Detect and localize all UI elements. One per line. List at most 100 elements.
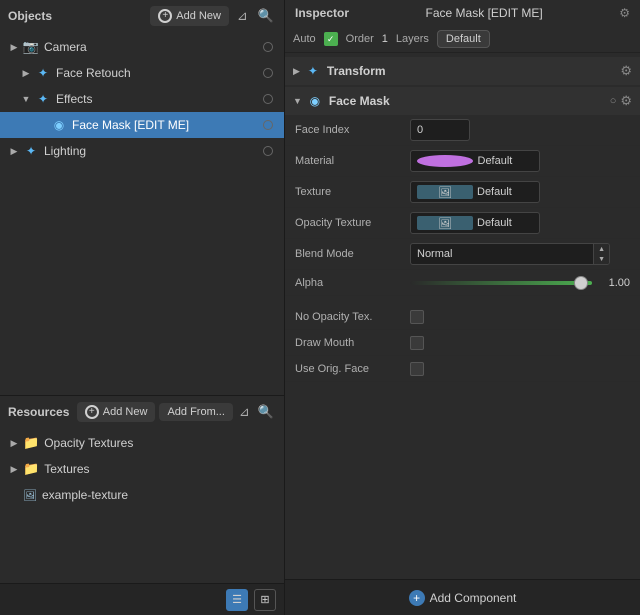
res-item-opacity-textures[interactable]: ▶ 📁 Opacity Textures <box>0 430 284 456</box>
filter-resources-button[interactable]: ⊿ <box>237 402 252 422</box>
vis-face-mask <box>260 117 276 133</box>
blend-down-button[interactable]: ▼ <box>594 254 609 264</box>
blend-mode-display: Normal <box>411 248 593 260</box>
arrow-textures: ▶ <box>8 463 20 475</box>
arrow-effects: ▼ <box>20 93 32 105</box>
use-orig-face-checkbox[interactable] <box>410 362 424 376</box>
right-panel: Inspector Face Mask [EDIT ME] ⚙ Auto ✓ O… <box>285 0 640 615</box>
auto-label: Auto <box>293 33 316 45</box>
vis-effects <box>260 91 276 107</box>
tree-label-face-retouch: Face Retouch <box>56 66 260 80</box>
res-item-example-texture[interactable]: ▶ 🖼 example-texture <box>0 482 284 508</box>
filter-objects-button[interactable]: ⊿ <box>235 6 250 26</box>
objects-actions: + Add New ⊿ 🔍 <box>150 6 276 26</box>
add-component-bar: + Add Component <box>285 579 640 615</box>
add-component-plus-icon: + <box>409 590 425 606</box>
layers-button[interactable]: Default <box>437 30 490 48</box>
add-new-resource-button[interactable]: + Add New <box>77 402 156 422</box>
alpha-slider-track[interactable] <box>410 281 592 285</box>
tree-item-camera[interactable]: ▶ 📷 Camera <box>0 34 284 60</box>
list-view-button[interactable]: ☰ <box>226 589 248 611</box>
layers-label: Layers <box>396 33 429 45</box>
inspector-header: Inspector Face Mask [EDIT ME] ⚙ <box>285 0 640 26</box>
face-mask-icon: ◉ <box>307 93 323 109</box>
blend-mode-container: Normal ▲ ▼ <box>410 243 610 265</box>
alpha-value-display: 1.00 <box>600 277 630 289</box>
material-color-dot <box>417 155 473 167</box>
material-dropdown-label: Default <box>478 155 534 167</box>
res-item-textures[interactable]: ▶ 📁 Textures <box>0 456 284 482</box>
opacity-texture-dropdown-label: Default <box>477 217 533 229</box>
res-label-example-texture: example-texture <box>42 488 276 502</box>
face-mask-gear-icon[interactable]: ⚙ <box>620 93 632 109</box>
opacity-texture-img-icon: 🖼 <box>417 216 473 230</box>
material-dropdown[interactable]: Default <box>410 150 540 172</box>
texture-dropdown-label: Default <box>477 186 533 198</box>
add-component-button[interactable]: + Add Component <box>409 590 517 606</box>
texture-dropdown[interactable]: 🖼 Default <box>410 181 540 203</box>
tree-item-effects[interactable]: ▼ ✦ Effects <box>0 86 284 112</box>
resources-header: Resources + Add New Add From... ⊿ 🔍 <box>0 396 284 428</box>
add-component-label: Add Component <box>430 591 517 605</box>
tree-label-lighting: Lighting <box>44 144 260 158</box>
face-mask-header[interactable]: ▼ ◉ Face Mask ○ ⚙ <box>285 87 640 115</box>
folder-icon-opacity: 📁 <box>23 435 39 451</box>
search-resources-button[interactable]: 🔍 <box>256 402 276 422</box>
light-icon: ✦ <box>23 143 39 159</box>
resources-tree: ▶ 📁 Opacity Textures ▶ 📁 Textures ▶ 🖼 ex… <box>0 428 284 583</box>
alpha-slider-container: 1.00 <box>410 277 630 289</box>
add-from-button[interactable]: Add From... <box>159 403 232 421</box>
alpha-value-container: 1.00 <box>410 277 630 289</box>
opacity-texture-dropdown[interactable]: 🖼 Default <box>410 212 540 234</box>
fx-icon-effects: ✦ <box>35 91 51 107</box>
face-index-label: Face Index <box>295 124 410 136</box>
resources-title: Resources <box>8 405 69 419</box>
add-new-object-label: Add New <box>176 10 221 22</box>
prop-no-opacity-tex: No Opacity Tex. <box>285 304 640 330</box>
tree-item-lighting[interactable]: ▶ ✦ Lighting <box>0 138 284 164</box>
draw-mouth-value <box>410 336 630 350</box>
resources-section: Resources + Add New Add From... ⊿ 🔍 ▶ 📁 … <box>0 395 284 615</box>
prop-draw-mouth: Draw Mouth <box>285 330 640 356</box>
tree-item-face-mask[interactable]: ◉ Face Mask [EDIT ME] <box>0 112 284 138</box>
component-face-mask: ▼ ◉ Face Mask ○ ⚙ Face Index Material <box>285 87 640 382</box>
resources-actions: + Add New Add From... ⊿ 🔍 <box>77 402 276 422</box>
transform-header[interactable]: ▶ ✦ Transform ⚙ <box>285 57 640 85</box>
texture-label: Texture <box>295 186 410 198</box>
face-icon-mask: ◉ <box>51 117 67 133</box>
alpha-slider-thumb[interactable] <box>574 276 588 290</box>
tree-label-camera: Camera <box>44 40 260 54</box>
prop-alpha: Alpha 1.00 <box>285 270 640 296</box>
draw-mouth-label: Draw Mouth <box>295 337 410 349</box>
prop-material: Material Default <box>285 146 640 177</box>
vis-lighting <box>260 143 276 159</box>
inspector-topbar: Auto ✓ Order 1 Layers Default <box>285 26 640 53</box>
vis-face-retouch <box>260 65 276 81</box>
auto-checkbox[interactable]: ✓ <box>324 32 338 46</box>
texture-value: 🖼 Default <box>410 181 630 203</box>
arrow-face-mask <box>36 119 48 131</box>
add-new-resource-label: Add New <box>103 406 148 418</box>
tree-item-face-retouch[interactable]: ▶ ✦ Face Retouch <box>0 60 284 86</box>
transform-gear-icon[interactable]: ⚙ <box>620 63 632 79</box>
add-new-object-button[interactable]: + Add New <box>150 6 229 26</box>
component-transform: ▶ ✦ Transform ⚙ <box>285 57 640 85</box>
face-index-input[interactable] <box>410 119 470 141</box>
grid-view-button[interactable]: ⊞ <box>254 589 276 611</box>
order-value: 1 <box>382 33 388 45</box>
face-index-value <box>410 119 630 141</box>
arrow-lighting: ▶ <box>8 145 20 157</box>
face-mask-name: Face Mask <box>329 94 610 108</box>
draw-mouth-checkbox[interactable] <box>410 336 424 350</box>
no-opacity-tex-checkbox[interactable] <box>410 310 424 324</box>
no-opacity-tex-value <box>410 310 630 324</box>
search-objects-button[interactable]: 🔍 <box>256 6 276 26</box>
prop-opacity-texture: Opacity Texture 🖼 Default <box>285 208 640 239</box>
prop-blend-mode: Blend Mode Normal ▲ ▼ <box>285 239 640 270</box>
plus-icon: + <box>158 9 172 23</box>
blend-up-button[interactable]: ▲ <box>594 244 609 254</box>
vis-camera <box>260 39 276 55</box>
use-orig-face-value <box>410 362 630 376</box>
order-label: Order <box>346 33 374 45</box>
arrow-opacity-textures: ▶ <box>8 437 20 449</box>
